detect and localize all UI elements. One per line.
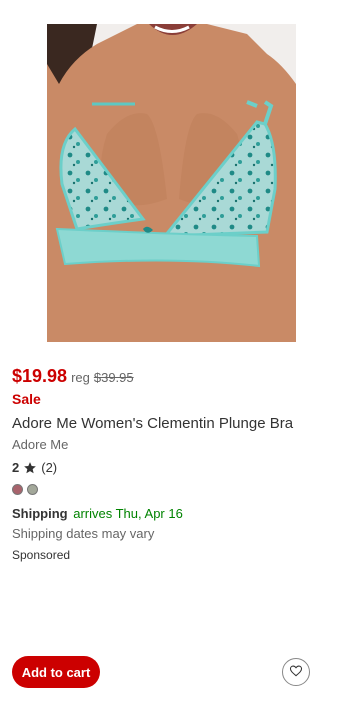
rating[interactable]: 2 (2) (12, 460, 57, 475)
price-row: $19.98 reg $39.95 (12, 366, 134, 387)
brand-link[interactable]: Adore Me (12, 437, 68, 452)
product-image[interactable] (47, 24, 296, 342)
favorite-button[interactable] (282, 658, 310, 686)
regular-price-label: reg (71, 370, 90, 385)
shipping-label: Shipping (12, 506, 68, 521)
shipping-note: Shipping dates may vary (12, 526, 155, 541)
star-icon (23, 461, 37, 475)
color-swatches (12, 484, 38, 495)
sale-price: $19.98 (12, 366, 68, 386)
shipping-arrival-date: arrives Thu, Apr 16 (73, 506, 183, 521)
color-swatch[interactable] (12, 484, 23, 495)
sponsored-label: Sponsored (12, 548, 71, 562)
product-card: $19.98 reg $39.95 Sale Adore Me Women's … (0, 0, 342, 713)
shipping-info: Shipping arrives Thu, Apr 16 (12, 506, 183, 521)
heart-icon (289, 664, 303, 681)
color-swatch[interactable] (27, 484, 38, 495)
review-count: (2) (41, 460, 58, 475)
add-to-cart-button[interactable]: Add to cart (12, 656, 100, 688)
sale-badge: Sale (12, 391, 41, 407)
product-title-link[interactable]: Adore Me Women's Clementin Plunge Bra (12, 415, 293, 432)
regular-price: $39.95 (93, 370, 134, 385)
rating-value: 2 (12, 460, 20, 475)
